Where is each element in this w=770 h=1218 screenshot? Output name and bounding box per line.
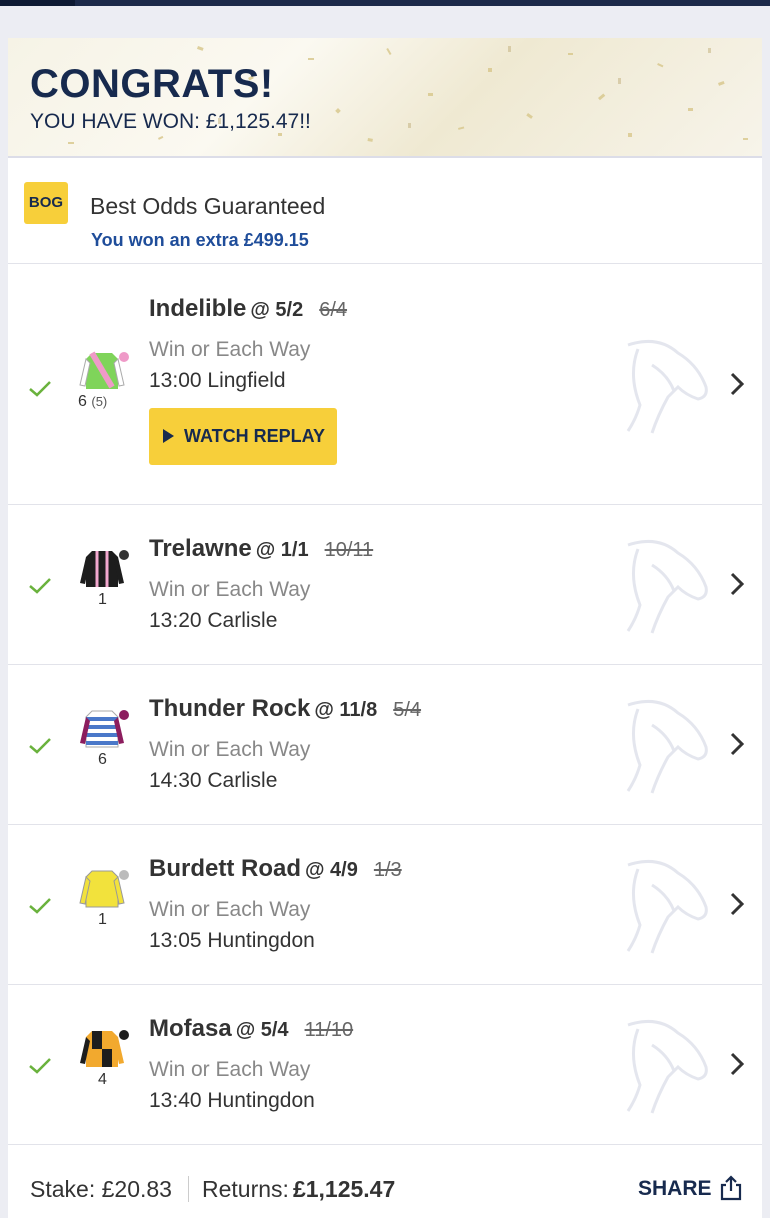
chevron-right-icon[interactable]: [728, 891, 746, 917]
horse-name: Mofasa @ 5/4 11/10: [149, 1015, 354, 1042]
bog-extra-winnings: You won an extra £499.15: [91, 230, 309, 250]
jockey-silks-icon: [79, 351, 129, 389]
congrats-banner: CONGRATS! YOU HAVE WON: £1,125.47!!: [8, 38, 762, 158]
check-icon: [29, 1058, 51, 1074]
race-time-venue: 13:20 Carlisle: [149, 609, 278, 632]
jockey-silks-icon: [80, 710, 129, 748]
returns-text: Returns: £1,125.47: [202, 1176, 396, 1202]
market-type: Win or Each Way: [149, 738, 311, 761]
check-icon: [29, 898, 51, 914]
divider: [188, 1176, 189, 1202]
cloth-number: 4: [98, 1071, 107, 1088]
top-bar-accent: [0, 0, 75, 6]
winnings-text: YOU HAVE WON: £1,125.47!!: [30, 110, 311, 133]
check-icon: [29, 578, 51, 594]
bog-title: Best Odds Guaranteed: [90, 193, 326, 219]
market-type: Win or Each Way: [149, 578, 311, 601]
horse-name: Thunder Rock @ 11/8 5/4: [149, 695, 422, 722]
check-icon: [29, 738, 51, 754]
horse-head-icon: [626, 859, 708, 954]
bet-summary-footer: Stake: £20.83 Returns: £1,125.47 SHARE: [8, 1142, 762, 1202]
horse-head-icon: [626, 339, 708, 434]
jockey-silks-icon: [80, 550, 129, 587]
bog-badge: BOG: [24, 182, 68, 224]
selection-row[interactable]: 1 Trelawne @ 1/1 10/11 Win or Each Way 13:…: [8, 505, 762, 665]
selection-row[interactable]: 1 Burdett Road @ 4/9 1/3 Win or Each Way 1…: [8, 825, 762, 985]
bet-receipt-card: CONGRATS! YOU HAVE WON: £1,125.47!! BOG …: [8, 38, 762, 1218]
cloth-number: 1: [98, 911, 107, 928]
bog-section: BOG Best Odds Guaranteed You won an extr…: [8, 160, 762, 264]
cloth-number: 6: [98, 751, 107, 768]
share-button[interactable]: SHARE: [638, 1177, 712, 1201]
selection-row[interactable]: 6 Thunder Rock @ 11/8 5/4 Win or Each Way …: [8, 665, 762, 825]
watch-replay-button[interactable]: WATCH REPLAY: [149, 408, 337, 465]
race-time-venue: 13:00 Lingfield: [149, 369, 286, 392]
market-type: Win or Each Way: [149, 898, 311, 921]
jockey-silks-icon: [79, 870, 129, 908]
stake-text: Stake: £20.83: [30, 1176, 172, 1202]
horse-name: Burdett Road @ 4/9 1/3: [149, 855, 402, 882]
chevron-right-icon[interactable]: [728, 371, 746, 397]
horse-name: Trelawne @ 1/1 10/11: [149, 535, 374, 562]
race-time-venue: 13:40 Huntingdon: [149, 1089, 315, 1112]
chevron-right-icon[interactable]: [728, 571, 746, 597]
race-time-venue: 13:05 Huntingdon: [149, 929, 315, 952]
horse-head-icon: [626, 1019, 708, 1114]
chevron-right-icon[interactable]: [728, 1051, 746, 1077]
selection-row[interactable]: 6 (5) Indelible @ 5/2 6/4 Win or Each Way …: [8, 265, 762, 505]
horse-head-icon: [626, 699, 708, 794]
play-icon: [163, 429, 174, 443]
share-icon[interactable]: [720, 1175, 742, 1201]
cloth-number: 6 (5): [78, 393, 108, 410]
horse-head-icon: [626, 539, 708, 634]
jockey-silks-icon: [80, 1030, 129, 1067]
top-bar: [0, 0, 770, 6]
chevron-right-icon[interactable]: [728, 731, 746, 757]
cloth-number: 1: [98, 591, 107, 608]
race-time-venue: 14:30 Carlisle: [149, 769, 278, 792]
selection-row[interactable]: 4 Mofasa @ 5/4 11/10 Win or Each Way 13:40…: [8, 985, 762, 1145]
check-icon: [29, 381, 51, 397]
congrats-title: CONGRATS!: [30, 62, 274, 106]
market-type: Win or Each Way: [149, 1058, 311, 1081]
horse-name: Indelible @ 5/2 6/4: [149, 295, 348, 322]
market-type: Win or Each Way: [149, 338, 311, 361]
